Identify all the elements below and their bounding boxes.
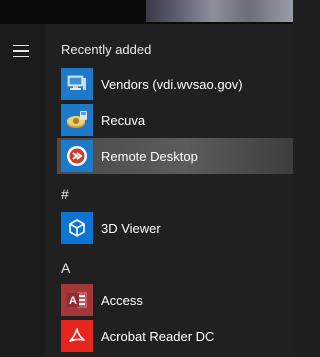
app-label: Remote Desktop <box>101 148 198 164</box>
section-header-recently-added: Recently added <box>61 42 152 57</box>
app-item-acrobat-reader-dc[interactable]: Acrobat Reader DC <box>57 318 293 354</box>
remote-desktop-icon <box>61 140 93 172</box>
start-menu-app-list: Recently added Vendors (vdi.wvsao.gov) R… <box>45 24 293 357</box>
app-label: Access <box>101 292 143 308</box>
app-item-access[interactable]: A Access <box>57 282 293 318</box>
start-menu-left-rail <box>0 24 45 357</box>
cube-icon <box>61 212 93 244</box>
app-label: Acrobat Reader DC <box>101 328 215 344</box>
group-header-hash[interactable]: # <box>61 186 69 202</box>
access-icon: A <box>61 284 93 316</box>
hamburger-menu-icon[interactable] <box>10 40 32 62</box>
app-label: Recuva <box>101 112 146 128</box>
acrobat-reader-icon <box>61 320 93 352</box>
app-item-3d-viewer[interactable]: 3D Viewer <box>57 210 293 246</box>
recuva-hard-drive-icon <box>61 104 93 136</box>
app-item-recuva[interactable]: Recuva <box>57 102 293 138</box>
remote-app-computer-icon <box>61 68 93 100</box>
group-header-a[interactable]: A <box>61 260 70 276</box>
app-item-vendors[interactable]: Vendors (vdi.wvsao.gov) <box>57 66 293 102</box>
app-label: 3D Viewer <box>101 220 161 236</box>
app-item-remote-desktop[interactable]: Remote Desktop <box>57 138 293 174</box>
desktop-wallpaper-strip <box>146 0 293 22</box>
access-badge-letter: A <box>69 295 77 307</box>
app-label: Vendors (vdi.wvsao.gov) <box>101 76 243 92</box>
